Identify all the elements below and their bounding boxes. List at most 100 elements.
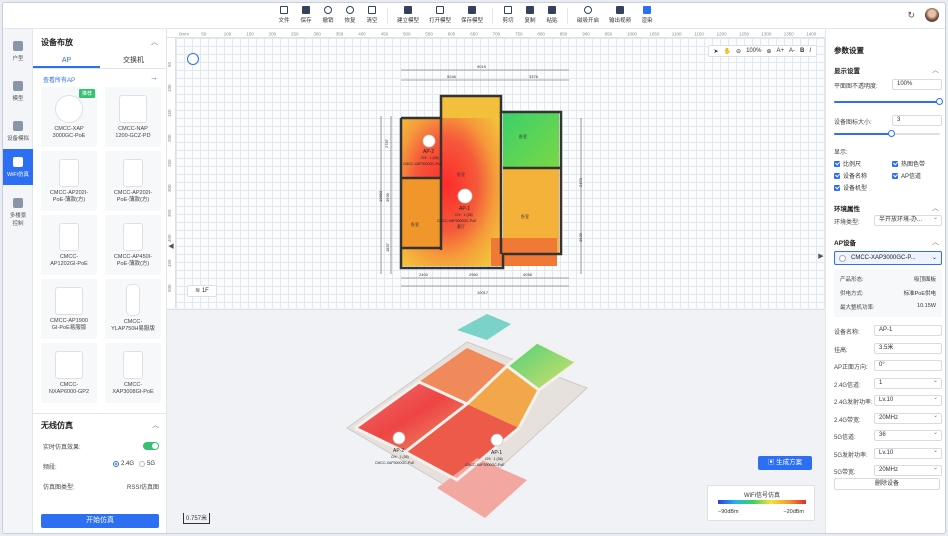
field-input[interactable]: AP-1 (874, 325, 942, 336)
ruler-tick-label: 550 (425, 32, 433, 37)
undo-button[interactable]: 撤销 (317, 6, 339, 26)
rail-item-floorplan[interactable]: 户型 (3, 33, 33, 69)
opacity-input[interactable]: 100% (892, 79, 942, 90)
icon-size-slider[interactable] (834, 130, 940, 137)
field-select[interactable]: 36 (874, 429, 942, 441)
device-card[interactable]: CMCC- AP1202GI-PoE (41, 215, 97, 275)
field-input[interactable]: 0° (874, 360, 942, 371)
zoom-in-icon[interactable]: ⊕ (766, 48, 771, 55)
field-select[interactable]: 1 (874, 377, 942, 389)
device-card[interactable]: 推荐 CMCC-XAP 3000GC-PoE (41, 87, 97, 147)
device-card[interactable]: CMCC-AP202I- PoE-薄款(方) (105, 151, 161, 211)
ap-device-select[interactable]: CMCC-XAP3000GC-P... ⌄ (834, 251, 942, 265)
open-model-button[interactable]: 打开模型 (424, 6, 456, 26)
build-model-button[interactable]: 建立模型 (392, 6, 424, 26)
export-video-button[interactable]: 输出视频 (604, 6, 636, 26)
ap-icon[interactable] (490, 433, 504, 447)
rail-item-multi-floor[interactable]: 多楼景 控制 (3, 191, 33, 233)
field-input[interactable]: 3.5米 (874, 342, 942, 354)
collapse-right-icon[interactable]: ▶ (817, 249, 825, 265)
chevron-up-icon[interactable]: ︿ (151, 37, 158, 47)
floorplan-2d[interactable]: 9015 5246 3376 10017 2400 2960 4098 1068… (167, 38, 825, 308)
rail-item-wifi[interactable]: WiFi仿真 (3, 149, 33, 185)
device-card[interactable]: CMCC- YLAP750H易服版 (105, 279, 161, 339)
recommend-badge: 推荐 (78, 89, 95, 98)
rail-item-device[interactable]: 设备模拟 (3, 113, 33, 149)
collapse-left-icon[interactable]: ◀ (167, 239, 175, 255)
icon-size-input[interactable]: 3 (892, 115, 942, 126)
ap-channel: CH：1 (36) (485, 457, 503, 461)
checkbox-ap-channel[interactable]: AP信道 (892, 171, 921, 180)
ruler-tick-label: 200 (269, 32, 277, 37)
bold-icon[interactable]: B (800, 48, 804, 54)
render-button[interactable]: 渲染 (636, 6, 658, 26)
design-canvas[interactable]: 0mm 50 100 150 200 250 300 350 400 450 500 550 600 65… (167, 29, 839, 533)
env-type-select[interactable]: 半开放环境-办... (874, 214, 942, 226)
ap-icon[interactable] (422, 134, 436, 148)
ap-icon[interactable] (457, 188, 473, 204)
opacity-slider[interactable] (834, 98, 943, 105)
device-card[interactable]: CMCC-AP202I- PoE-薄款(方) (41, 151, 97, 211)
save-button[interactable]: 保存 (295, 6, 317, 26)
ap-name: AP-2 (423, 149, 434, 155)
realtime-toggle[interactable] (143, 442, 159, 450)
font-decrease-icon[interactable]: A- (789, 48, 795, 54)
device-name: PoE-薄款(方) (116, 197, 150, 203)
italic-icon[interactable]: I (809, 48, 811, 54)
refresh-icon[interactable]: ↻ (907, 10, 915, 21)
device-card[interactable]: CMCC- XAP3008GI-PoE (105, 343, 161, 403)
zoom-out-icon[interactable]: ⊖ (736, 48, 741, 55)
view-all-ap-link[interactable]: 查看所有AP (43, 75, 75, 84)
floor-selector[interactable]: ≋ 1F (187, 285, 217, 297)
save-model-button[interactable]: 保存模型 (456, 6, 488, 26)
hand-icon[interactable]: ✋ (724, 48, 731, 55)
clear-button[interactable]: 清空 (361, 6, 383, 26)
slider-knob[interactable] (888, 130, 896, 137)
video-icon (616, 6, 624, 14)
checkbox-scale[interactable]: 比例尺 (834, 159, 861, 168)
device-card[interactable]: CMCC-AP1900 GI-PoE易服版 (41, 279, 97, 339)
device-card[interactable]: CMCC-NAP 1200-GCZ-PD (105, 87, 161, 147)
chevron-up-icon[interactable]: ︿ (152, 420, 159, 430)
paste-button[interactable]: 粘贴 (541, 6, 563, 26)
slider-knob[interactable] (936, 98, 943, 105)
field-select[interactable]: Lv.10 (874, 447, 942, 459)
device-card[interactable]: CMCC- NXAP6000-GP2 (41, 343, 97, 403)
rail-item-model[interactable]: 模型 (3, 73, 33, 109)
generate-plan-button[interactable]: ▣ 生成方案 (758, 456, 812, 470)
device-card[interactable]: CMCC-AP450I- PoE-薄款(方) (105, 215, 161, 275)
pointer-icon[interactable]: ➤ (714, 48, 719, 55)
chevron-up-icon[interactable]: ︿ (932, 237, 939, 247)
chevron-up-icon[interactable]: ︿ (932, 203, 939, 213)
field-select[interactable]: 20MHz (874, 412, 942, 424)
magnet-button[interactable]: 磁吸开启 (572, 6, 604, 26)
cut-button[interactable]: 剪切 (497, 6, 519, 26)
room-label: 卧室 (411, 221, 419, 227)
tab-ap[interactable]: AP (33, 55, 100, 68)
field-select[interactable]: Lv.10 (874, 394, 942, 406)
ap-icon[interactable] (392, 431, 406, 445)
field-label: 5G发射功率: (834, 452, 868, 459)
ruler-tick-label: 1150 (694, 32, 704, 37)
field-label: 2.4G信道: (834, 382, 861, 389)
checkbox-device-model[interactable]: 设备机型 (834, 183, 867, 192)
copy-button[interactable]: 复制 (519, 6, 541, 26)
file-button[interactable]: 文件 (273, 6, 295, 26)
tab-switch[interactable]: 交换机 (100, 55, 167, 68)
checkbox-device-name[interactable]: 设备名称 (834, 171, 867, 180)
chevron-up-icon[interactable]: ︿ (932, 65, 939, 75)
ruler-tick-label: 1250 (739, 32, 750, 37)
avatar[interactable] (925, 8, 939, 22)
arrow-right-icon[interactable]: → (150, 73, 158, 82)
sim-type-label: 仿真图类型: (43, 485, 75, 491)
band-5-radio[interactable]: 5G (139, 461, 155, 467)
redo-button[interactable]: 恢复 (339, 6, 361, 26)
device-tabs: AP 交换机 (33, 55, 167, 69)
delete-device-button[interactable]: 删除设备 (834, 478, 940, 490)
checkbox-heat-band[interactable]: 热图色带 (892, 159, 925, 168)
font-increase-icon[interactable]: A+ (776, 48, 784, 54)
start-sim-button[interactable]: 开始仿真 (41, 514, 159, 528)
legend-min: −90dBm (718, 509, 739, 515)
field-select[interactable]: 20MHz (874, 464, 942, 476)
band-24-radio[interactable]: 2.4G (113, 461, 134, 467)
